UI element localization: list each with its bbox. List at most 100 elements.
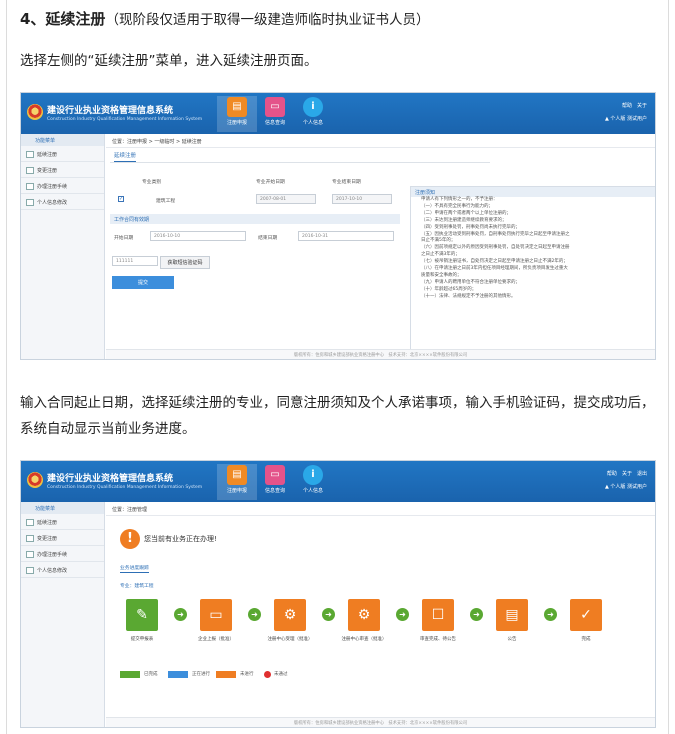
sidebar-item-renewal[interactable]: 延续注册 [21,146,104,162]
exclamation-icon: ! [120,529,140,549]
top-links[interactable]: 帮助 关于 退出 [607,470,647,477]
emblem-logo [27,104,43,120]
section-heading: 4、延续注册（现阶段仅适用于取得一级建造师临时执业证书人员） [20,8,429,31]
progress-title: 业务进度跟踪 [120,566,149,573]
sidebar-item-personal[interactable]: 个人信息修改 [21,194,104,210]
col-major: 专业类别 [142,180,162,185]
info-icon: i [303,465,323,485]
arrow-right-icon: ➜ [544,608,557,621]
nav-profile[interactable]: i 个人信息 [293,96,333,132]
major-end-field: 2017-10-10 [332,194,392,204]
about-link[interactable]: 关于 [622,471,632,477]
legend-swatch [120,671,140,678]
about-link[interactable]: 关于 [637,103,647,109]
alert-text: 您当前有业务正在办理! [144,535,217,543]
notice-line: （八）在申请注册之日前3年内担任项目经理期间，所负责项目发生过重大 [421,266,568,272]
notice-text: 申请人有下列情形之一的，不予注册： （一）不具有完全民事行为能力的； （二）申请在两… [411,197,655,301]
system-header: 建设行业执业资格管理信息系统 Construction Industry Qua… [21,93,655,134]
notice-line: （二）申请在两个或者两个以上单位注册的； [421,210,511,216]
notice-line: （九）申请人的聘用单位不符合注册单位要求的； [421,279,520,285]
info-icon: i [303,97,323,117]
submit-button[interactable]: 提交 [112,276,174,289]
user-info[interactable]: ▲ 个人版 测试用户 [605,483,647,490]
major-start-field: 2007-08-01 [256,194,316,204]
sidebar-item-change[interactable]: 变更注册 [21,162,104,178]
divider [110,162,490,163]
start-date-label: 开始日期 [114,236,134,241]
notice-title: 注册须知 [411,187,655,197]
legend-swatch [168,671,188,678]
contract-section: 工作合同有效期 [110,214,400,224]
notice-line: 质量和安全事故的； [421,272,462,278]
major-checkbox[interactable]: ✓ [118,196,124,202]
nav-query[interactable]: ▭ 信息查询 [255,464,295,500]
sidebar: 功能菜单 延续注册 变更注册 办理注册手续 个人信息修改 [21,134,105,359]
arrow-right-icon: ➜ [174,608,187,621]
nav-register[interactable]: ▤ 注册申报 [217,96,257,132]
arrow-right-icon: ➜ [322,608,335,621]
step-label: 完成 [581,637,591,642]
system-header: 建设行业执业资格管理信息系统 Construction Industry Qua… [21,461,655,502]
legend-label: 未通过 [274,672,288,677]
step-label: 注册中心受理（批准） [267,637,313,642]
footer: 版权所有：住房和城乡建设部执业资格注册中心 技术支持：北京××××软件股份有限公… [106,349,655,359]
end-date-input[interactable]: 2016-10-31 [298,231,394,241]
arrow-right-icon: ➜ [248,608,261,621]
sidebar-item-change[interactable]: 变更注册 [21,530,104,546]
gear-icon: ⚙ [274,599,306,631]
instruction-paragraph-1: 选择左侧的“延续注册”菜单，进入延续注册页面。 [20,53,318,69]
step-label: 提交申报表 [130,637,154,642]
sidebar-header: 功能菜单 [21,134,104,146]
system-title: 建设行业执业资格管理信息系统 [47,474,174,484]
legend-swatch [216,671,236,678]
col-end: 专业结束日期 [332,180,361,185]
major-value: 建筑工程 [156,199,176,204]
step-label: 审查完成、待公告 [420,637,456,642]
gear-icon: ⚙ [348,599,380,631]
nav-register[interactable]: ▤ 注册申报 [217,464,257,500]
progress-steps: ✎ 提交申报表 ➜ ▭ 企业上报（批准） ➜ ⚙ 注册中心受理（批准） ➜ ⚙ 注册中心审查（批准）… [120,599,602,647]
arrow-right-icon: ➜ [396,608,409,621]
user-info[interactable]: ▲ 个人版 测试用户 [605,115,647,122]
screenshot-renewal-form: 建设行业执业资格管理信息系统 Construction Industry Qua… [20,92,656,360]
logout-link[interactable]: 退出 [637,471,647,477]
get-code-button[interactable]: 获取短信验证码 [160,256,210,269]
monitor-icon: ▭ [265,465,285,485]
nav-query[interactable]: ▭ 信息查询 [255,96,295,132]
tab-renewal[interactable]: 延续注册 [114,151,137,162]
notice-line: 申请人有下列情形之一的，不予注册： [421,197,498,202]
check-icon: ✓ [570,599,602,631]
notice-line: （四）受到刑事处罚，刑事处罚尚未执行完毕的； [421,224,520,230]
notice-line: （十一）法律、法规规定不予注册的其他情形。 [421,293,516,299]
nav-profile[interactable]: i 个人信息 [293,464,333,500]
sidebar-item-personal[interactable]: 个人信息修改 [21,562,104,578]
sidebar-header: 功能菜单 [21,502,104,514]
footer: 版权所有：住房和城乡建设部执业资格注册中心 技术支持：北京××××软件股份有限公… [106,717,655,727]
help-link[interactable]: 帮助 [607,471,617,477]
instruction-paragraph-2: 输入合同起止日期，选择延续注册的专业，同意注册须知及个人承诺事项，输入手机验证码… [20,395,655,437]
arrow-right-icon: ➜ [470,608,483,621]
emblem-logo [27,472,43,488]
legend-swatch [264,671,271,678]
folder-icon: ▤ [496,599,528,631]
breadcrumb: 位置：注册申报 > 一级临时 > 延续注册 [106,134,655,148]
sidebar-item-procedure[interactable]: 办理注册手续 [21,178,104,194]
heading-main: 4、延续注册 [20,10,106,28]
system-subtitle: Construction Industry Qualification Mana… [47,485,203,490]
monitor-icon: ▭ [265,97,285,117]
sidebar-item-renewal[interactable]: 延续注册 [21,514,104,530]
start-date-input[interactable]: 2016-10-10 [150,231,246,241]
enterprise-icon: ▭ [200,599,232,631]
end-date-label: 结束日期 [258,236,278,241]
sms-code-input[interactable]: 111111 [112,256,158,266]
main-content: 位置：注册申报 > 一级临时 > 延续注册 延续注册 专业类别 专业开始日期 专… [106,134,655,359]
top-links[interactable]: 帮助 关于 [622,102,647,109]
folder-icon: ▤ [227,465,247,485]
breadcrumb: 位置：注册管理 [106,502,655,516]
screenshot-progress: 建设行业执业资格管理信息系统 Construction Industry Qua… [20,460,656,728]
help-link[interactable]: 帮助 [622,103,632,109]
legend-label: 已完成 [144,672,158,677]
sidebar-item-procedure[interactable]: 办理注册手续 [21,546,104,562]
printer-icon: ☐ [422,599,454,631]
progress-major: 专业：建筑工程 [120,584,154,589]
